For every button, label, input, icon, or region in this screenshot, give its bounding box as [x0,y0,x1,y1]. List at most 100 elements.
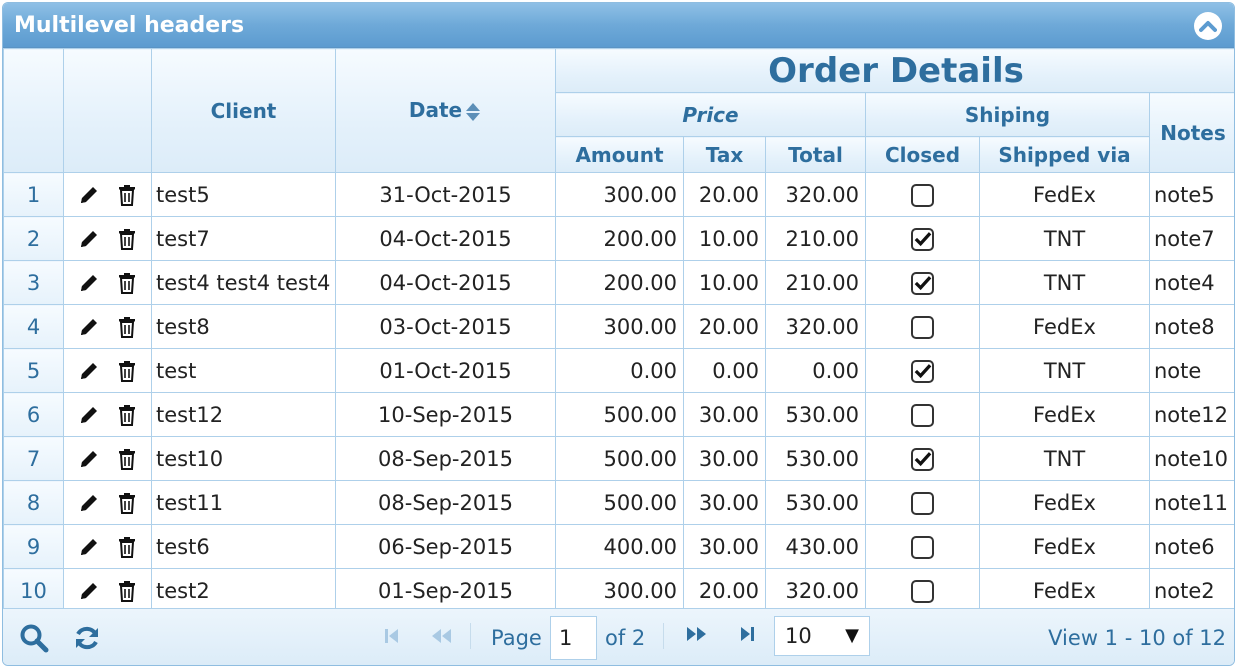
cell-total: 320.00 [765,304,866,349]
row-actions [63,260,152,305]
chevron-down-icon: ▼ [845,625,859,646]
header-order-details: Order Details [554,48,1234,93]
table-row[interactable]: 5 test 01-Oct-2015 0.00 0.00 0.00 TNT note [3,348,1234,393]
table-row[interactable]: 8 test11 08-Sep-2015 500.00 30.00 530.00 FedEx… [3,480,1234,525]
pencil-icon[interactable] [77,579,101,603]
header-rownum [3,48,64,173]
cell-closed [865,348,980,393]
cell-amount: 0.00 [555,348,684,393]
table-row[interactable]: 3 test4 test4 test4 04-Oct-2015 200.00 10.00… [3,260,1234,305]
cell-amount: 200.00 [555,260,684,305]
pencil-icon[interactable] [77,359,101,383]
pencil-icon[interactable] [77,183,101,207]
header-tax[interactable]: Tax [683,136,766,173]
closed-checkbox[interactable] [911,271,934,295]
cell-closed [865,172,980,217]
page-count-label: of 2 [605,626,646,650]
header-shipping: Shiping [865,92,1150,137]
cell-client: test8 [151,304,336,349]
cell-shipped-via: FedEx [979,568,1150,613]
closed-checkbox[interactable] [911,359,934,383]
pencil-icon[interactable] [77,447,101,471]
cell-notes: note7 [1148,216,1234,261]
header-shipped-via[interactable]: Shipped via [979,136,1150,173]
first-page-button[interactable] [381,625,403,647]
trash-icon[interactable] [115,491,139,515]
row-number: 7 [3,436,64,481]
pencil-icon[interactable] [77,403,101,427]
cell-shipped-via: FedEx [979,480,1150,525]
cell-date: 01-Oct-2015 [335,348,556,393]
row-number: 1 [3,172,64,217]
closed-checkbox[interactable] [911,579,934,603]
table-row[interactable]: 6 test12 10-Sep-2015 500.00 30.00 530.00 FedEx… [3,392,1234,437]
header-total[interactable]: Total [765,136,866,173]
table-row[interactable]: 1 test5 31-Oct-2015 300.00 20.00 320.00 FedEx n… [3,172,1234,217]
cell-total: 210.00 [765,260,866,305]
cell-total: 530.00 [765,392,866,437]
cell-closed [865,524,980,569]
closed-checkbox[interactable] [911,315,934,339]
cell-amount: 500.00 [555,392,684,437]
next-page-button[interactable] [684,623,710,645]
cell-amount: 300.00 [555,568,684,613]
cell-total: 320.00 [765,172,866,217]
trash-icon[interactable] [115,403,139,427]
closed-checkbox[interactable] [911,183,934,207]
pencil-icon[interactable] [77,227,101,251]
search-button[interactable] [19,623,49,653]
rows-per-page-select[interactable]: 10 ▼ [774,616,870,656]
header-client[interactable]: Client [151,48,336,173]
sort-icon[interactable] [464,101,482,123]
table-row[interactable]: 9 test6 06-Sep-2015 400.00 30.00 430.00 FedEx n… [3,524,1234,569]
cell-notes: note [1148,348,1234,393]
cell-client: test4 test4 test4 [151,260,336,305]
cell-client: test2 [151,568,336,613]
row-actions [63,568,152,613]
closed-checkbox[interactable] [911,227,934,251]
pencil-icon[interactable] [77,315,101,339]
cell-client: test12 [151,392,336,437]
trash-icon[interactable] [115,271,139,295]
row-number: 6 [3,392,64,437]
pencil-icon[interactable] [77,535,101,559]
pencil-icon[interactable] [77,271,101,295]
collapse-button[interactable] [1194,12,1222,40]
last-page-button[interactable] [736,623,758,645]
header-date[interactable]: Date [335,48,556,173]
closed-checkbox[interactable] [911,447,934,471]
table-row[interactable]: 4 test8 03-Oct-2015 300.00 20.00 320.00 FedEx n… [3,304,1234,349]
table-row[interactable]: 2 test7 04-Oct-2015 200.00 10.00 210.00 TNT not… [3,216,1234,261]
trash-icon[interactable] [115,447,139,471]
header-amount[interactable]: Amount [555,136,684,173]
trash-icon[interactable] [115,535,139,559]
prev-page-button[interactable] [428,625,454,647]
grid-title: Multilevel headers [14,12,245,38]
cell-shipped-via: FedEx [979,392,1150,437]
grid-caption: Multilevel headers [3,3,1234,48]
cell-client: test11 [151,480,336,525]
next-page-icon [687,627,706,641]
search-icon [20,624,49,653]
row-actions [63,436,152,481]
page-number-input[interactable] [550,616,597,660]
trash-icon[interactable] [115,183,139,207]
cell-shipped-via: TNT [979,348,1150,393]
trash-icon[interactable] [115,359,139,383]
refresh-button[interactable] [72,623,102,653]
header-closed[interactable]: Closed [865,136,980,173]
closed-checkbox[interactable] [911,491,934,515]
trash-icon[interactable] [115,579,139,603]
header-notes[interactable]: Notes [1148,92,1234,173]
closed-checkbox[interactable] [911,403,934,427]
table-row[interactable]: 10 test2 01-Sep-2015 300.00 20.00 320.00 FedEx… [3,568,1234,613]
grid-table: Client Date Order Details Price Shiping … [3,48,1234,613]
cell-tax: 20.00 [683,172,766,217]
closed-checkbox[interactable] [911,535,934,559]
cell-date: 01-Sep-2015 [335,568,556,613]
table-row[interactable]: 7 test10 08-Sep-2015 500.00 30.00 530.00 TNT no… [3,436,1234,481]
pencil-icon[interactable] [77,491,101,515]
trash-icon[interactable] [115,315,139,339]
trash-icon[interactable] [115,227,139,251]
cell-date: 03-Oct-2015 [335,304,556,349]
